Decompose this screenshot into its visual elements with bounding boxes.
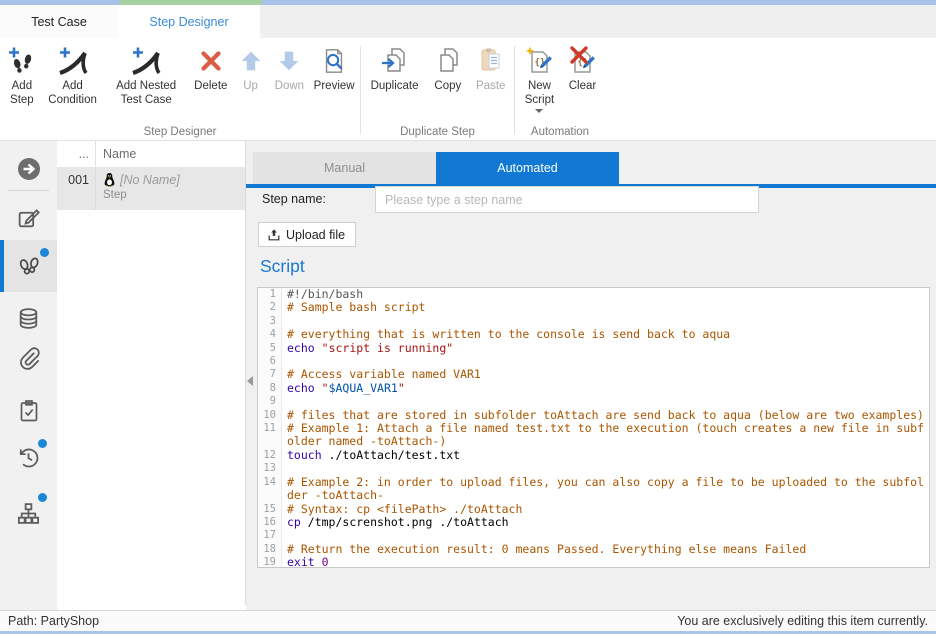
ribbon-group-step-designer: Add Step Add Condition <box>0 38 360 140</box>
upload-file-label: Upload file <box>286 228 345 242</box>
step-name-label: Step name: <box>262 192 326 206</box>
history-icon <box>16 445 41 470</box>
add-step-icon <box>7 43 37 79</box>
status-bar: Path: PartyShop You are exclusively edit… <box>0 610 936 631</box>
copy-button[interactable]: Copy <box>426 42 469 94</box>
left-sidebar <box>0 141 57 610</box>
sidebar-item-steps[interactable] <box>0 240 57 292</box>
arrow-down-icon <box>275 43 303 79</box>
copy-icon <box>433 43 463 79</box>
ribbon-group-automation: {} New Script {} <box>515 38 605 140</box>
add-step-button[interactable]: Add Step <box>2 42 42 108</box>
step-number: 001 <box>57 168 96 210</box>
steps-badge-dot <box>40 248 49 257</box>
add-condition-button[interactable]: Add Condition <box>42 42 104 108</box>
ribbon-group-label: Duplicate Step <box>361 126 514 138</box>
arrow-up-icon <box>237 43 265 79</box>
step-row[interactable]: 001 [No Name] Step <box>57 168 245 210</box>
new-script-button[interactable]: {} New Script <box>517 42 562 114</box>
step-list-panel: ... Name 001 [No Name] Step <box>57 141 246 605</box>
tab-step-designer[interactable]: Step Designer <box>118 5 260 38</box>
upload-icon <box>267 228 281 242</box>
step-type: Step <box>103 189 180 201</box>
column-header-dots[interactable]: ... <box>57 141 96 167</box>
column-header-name[interactable]: Name <box>96 147 136 161</box>
steps-icon <box>16 253 42 279</box>
edit-icon <box>16 206 41 231</box>
sidebar-item-edit[interactable] <box>0 196 57 240</box>
preview-icon <box>320 43 348 79</box>
script-editor[interactable]: 1#!/bin/bash2# Sample bash script34# eve… <box>257 287 930 568</box>
history-badge-dot <box>38 439 47 448</box>
sidebar-item-navigate[interactable] <box>0 147 57 191</box>
sidebar-item-data[interactable] <box>0 296 57 340</box>
sidebar-separator <box>8 190 49 191</box>
down-button[interactable]: Down <box>269 42 311 94</box>
new-script-dropdown-caret[interactable] <box>535 109 543 113</box>
tab-manual[interactable]: Manual <box>253 152 436 184</box>
script-section-title: Script <box>260 256 305 277</box>
ribbon-group-label: Automation <box>515 126 605 138</box>
paperclip-icon <box>16 345 41 370</box>
code-lines: 1#!/bin/bash2# Sample bash script34# eve… <box>258 288 929 568</box>
dependencies-badge-dot <box>38 493 47 502</box>
arrow-circle-icon <box>16 156 42 182</box>
duplicate-icon <box>380 43 410 79</box>
sidebar-item-history[interactable] <box>0 435 57 479</box>
tab-automated[interactable]: Automated <box>436 152 619 184</box>
step-list-header: ... Name <box>57 141 245 168</box>
step-editor-panel: Manual Automated Step name: Upload file … <box>246 141 936 610</box>
clear-script-button[interactable]: {} Clear <box>562 42 603 94</box>
window-tab-bar: Test Case Step Designer <box>0 5 936 38</box>
new-script-icon: {} <box>524 43 554 79</box>
status-editing-notice: You are exclusively editing this item cu… <box>677 614 928 628</box>
clear-script-icon: {} <box>567 43 597 79</box>
sidebar-item-dependencies[interactable] <box>0 491 57 535</box>
step-name-input[interactable] <box>375 186 759 213</box>
database-icon <box>16 306 41 331</box>
status-path: Path: PartyShop <box>8 614 99 628</box>
tab-test-case[interactable]: Test Case <box>0 5 118 38</box>
up-button[interactable]: Up <box>233 42 269 94</box>
add-nested-test-case-button[interactable]: Add Nested Test Case <box>103 42 189 108</box>
clipboard-check-icon <box>17 399 41 423</box>
duplicate-button[interactable]: Duplicate <box>363 42 426 94</box>
add-condition-icon <box>58 43 88 79</box>
ribbon-group-duplicate-step: Duplicate Copy <box>361 38 514 140</box>
hierarchy-icon <box>16 501 41 526</box>
delete-button[interactable]: Delete <box>189 42 233 94</box>
ribbon: Add Step Add Condition <box>0 38 936 141</box>
mode-tabs: Manual Automated <box>253 152 619 184</box>
linux-tux-icon <box>103 172 116 187</box>
collapse-panel-arrow[interactable] <box>247 376 253 386</box>
preview-button[interactable]: Preview <box>310 42 358 94</box>
paste-icon <box>476 43 506 79</box>
sidebar-item-attachments[interactable] <box>0 335 57 379</box>
step-name: [No Name] <box>120 173 180 187</box>
paste-button[interactable]: Paste <box>470 42 512 94</box>
app-window: Test Case Step Designer Add Step <box>0 0 936 634</box>
sidebar-item-tasks[interactable] <box>0 389 57 433</box>
delete-icon <box>197 43 225 79</box>
add-nested-test-case-icon <box>131 43 161 79</box>
ribbon-group-label: Step Designer <box>0 126 360 138</box>
upload-file-button[interactable]: Upload file <box>258 222 356 247</box>
